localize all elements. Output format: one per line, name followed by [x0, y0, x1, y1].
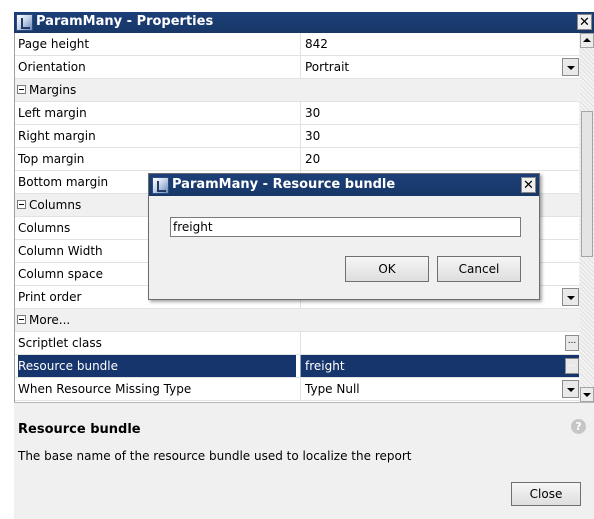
property-name: Orientation	[18, 60, 86, 74]
collapse-icon[interactable]	[17, 200, 26, 209]
property-row[interactable]: Right margin 30	[15, 125, 579, 148]
property-value-text: 30	[305, 106, 321, 120]
dropdown-arrow-icon[interactable]	[562, 380, 579, 398]
property-row[interactable]: Scriptlet class...	[15, 332, 579, 355]
description-title: Resource bundle	[18, 422, 141, 437]
ellipsis-button[interactable]: ...	[565, 358, 579, 374]
close-icon[interactable]: ✕	[577, 14, 592, 30]
dialog-title-bar[interactable]: ParamMany - Resource bundle ✕	[149, 174, 539, 196]
property-value-text: 842	[305, 37, 328, 51]
collapse-icon[interactable]	[17, 85, 26, 94]
property-name: When Resource Missing Type	[18, 382, 192, 396]
category-name: Margins	[29, 83, 77, 97]
resource-bundle-input[interactable]: freight	[170, 217, 521, 237]
property-name: Resource bundle	[18, 355, 296, 377]
report-icon	[16, 14, 33, 31]
property-row[interactable]: Left margin 30	[15, 102, 579, 125]
property-name: Right margin	[18, 129, 96, 143]
category-row[interactable]: More...	[15, 309, 579, 332]
property-name: Top margin	[18, 152, 85, 166]
category-label: More...	[17, 309, 295, 331]
collapse-icon[interactable]	[17, 315, 26, 324]
property-name: Scriptlet class	[18, 336, 102, 350]
property-value[interactable]: 20	[300, 148, 579, 170]
property-value-text: Portrait	[305, 60, 350, 74]
property-row[interactable]: When Resource Missing Type Type Null	[15, 378, 579, 401]
property-value[interactable]: 842	[300, 33, 579, 55]
property-row[interactable]: Top margin 20	[15, 148, 579, 171]
window-title-bar[interactable]: ParamMany - Properties ✕	[14, 12, 594, 33]
dialog-close-icon[interactable]: ✕	[521, 177, 536, 193]
property-value-text: 20	[305, 152, 321, 166]
category-name: Columns	[29, 198, 82, 212]
property-row[interactable]: Page height 842	[15, 33, 579, 56]
scroll-thumb[interactable]	[581, 111, 593, 257]
close-button[interactable]: Close	[511, 482, 581, 506]
property-value-text: Type Null	[305, 382, 360, 396]
property-row[interactable]: Orientation Portrait	[15, 56, 579, 79]
dropdown-arrow-icon[interactable]	[562, 288, 579, 306]
category-label: Margins	[17, 79, 295, 101]
property-value[interactable]: 30	[300, 102, 579, 124]
vertical-scrollbar[interactable]	[580, 33, 594, 402]
description-panel: Resource bundle The base name of the res…	[14, 402, 594, 519]
cancel-button[interactable]: Cancel	[437, 256, 521, 282]
property-value-text: 30	[305, 129, 321, 143]
category-row[interactable]: Margins	[15, 79, 579, 102]
scroll-up-button[interactable]	[580, 33, 594, 48]
property-value[interactable]: Type Null	[300, 378, 579, 400]
resource-bundle-dialog: ParamMany - Resource bundle ✕ freight OK…	[148, 173, 540, 300]
description-text: The base name of the resource bundle use…	[18, 449, 412, 463]
dropdown-arrow-icon[interactable]	[562, 58, 579, 76]
property-name: Left margin	[18, 106, 87, 120]
property-value[interactable]: Portrait	[300, 56, 579, 78]
property-value[interactable]: freight...	[300, 355, 579, 377]
ellipsis-button[interactable]: ...	[565, 335, 579, 351]
property-name: Page height	[18, 37, 90, 51]
ok-button[interactable]: OK	[345, 256, 429, 282]
property-value[interactable]: ...	[300, 332, 579, 354]
property-row[interactable]: Resource bundle freight...	[15, 355, 579, 378]
help-icon[interactable]: ?	[571, 419, 586, 434]
scroll-down-button[interactable]	[580, 387, 594, 402]
category-name: More...	[29, 313, 71, 327]
report-icon	[152, 177, 169, 194]
property-value[interactable]: 30	[300, 125, 579, 147]
property-value-text: freight	[305, 359, 345, 373]
window-title: ParamMany - Properties	[36, 14, 214, 29]
dialog-title: ParamMany - Resource bundle	[172, 177, 396, 192]
